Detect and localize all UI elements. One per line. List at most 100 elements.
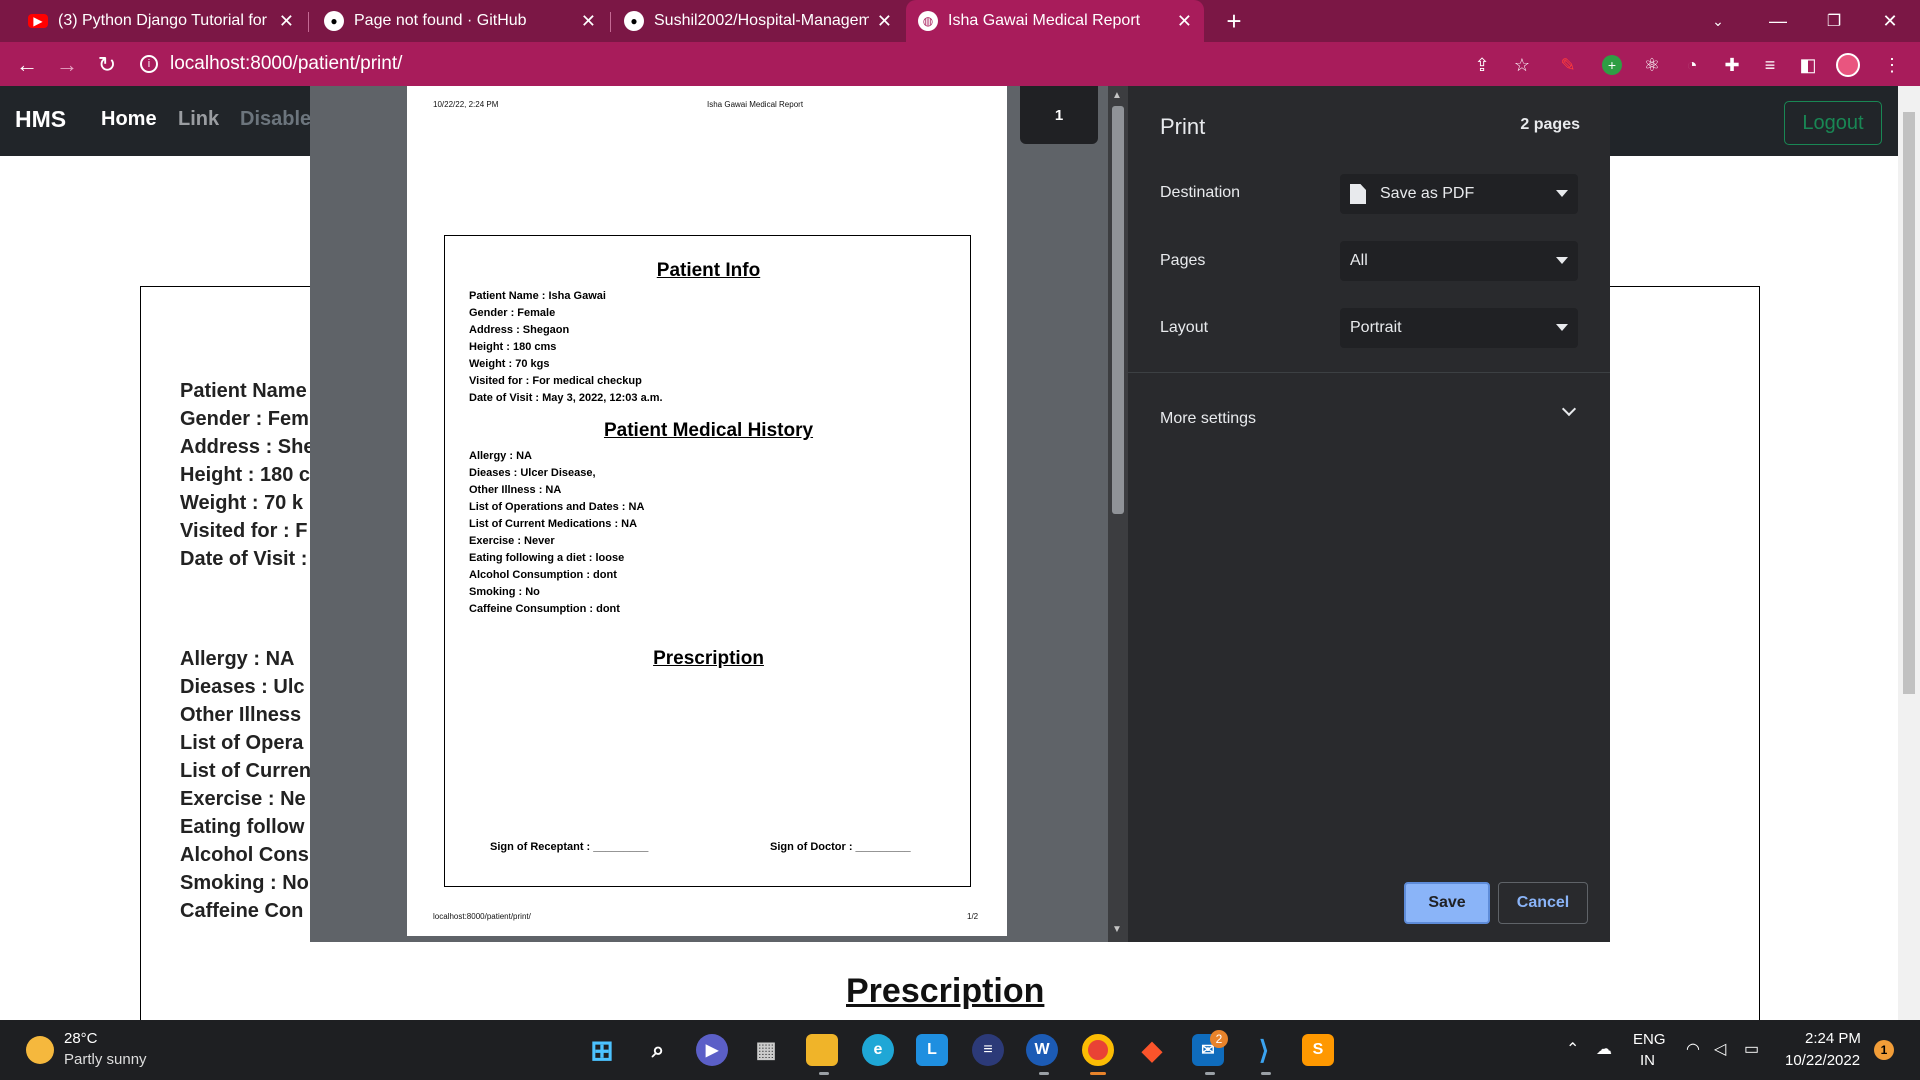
print-title: Print bbox=[1160, 114, 1206, 139]
report-line: Caffeine Consumption : dont bbox=[469, 603, 620, 615]
nav-home[interactable]: Home bbox=[101, 108, 157, 131]
file-explorer-icon[interactable] bbox=[806, 1034, 838, 1066]
reload-button[interactable]: ↻ bbox=[92, 50, 122, 80]
file-icon bbox=[1350, 184, 1366, 204]
preview-header-date: 10/22/22, 2:24 PM bbox=[433, 100, 499, 109]
preview-footer-page: 1/2 bbox=[967, 912, 979, 921]
report-line: Other Illness : NA bbox=[469, 484, 562, 496]
react-devtools-icon[interactable]: ⚛ bbox=[1640, 53, 1664, 77]
medical-history-heading: Patient Medical History bbox=[603, 420, 814, 441]
minimize-button[interactable]: — bbox=[1750, 0, 1806, 42]
back-button[interactable]: ← bbox=[12, 50, 42, 80]
scroll-up-icon[interactable]: ▲ bbox=[1112, 90, 1122, 101]
restore-button[interactable]: ❐ bbox=[1806, 0, 1862, 42]
tab-title: Isha Gawai Medical Report bbox=[948, 12, 1141, 29]
more-settings-toggle[interactable]: More settings bbox=[1160, 410, 1256, 428]
green-plus-extension-icon[interactable]: + bbox=[1600, 53, 1624, 77]
report-line: Address : Shegaon bbox=[469, 324, 570, 336]
preview-header-title: Isha Gawai Medical Report bbox=[707, 100, 804, 109]
bg-text-line: List of Curren bbox=[180, 760, 312, 782]
url-field[interactable]: i localhost:8000/patient/print/ bbox=[140, 48, 1440, 80]
nav-disabled: Disable bbox=[240, 108, 312, 130]
tab-search-icon[interactable]: ⌄ bbox=[1690, 0, 1746, 42]
chrome-menu-icon[interactable]: ⋮ bbox=[1880, 53, 1904, 77]
new-tab-button[interactable]: + bbox=[1206, 0, 1262, 42]
pen-extension-icon[interactable]: ✎ bbox=[1556, 53, 1580, 77]
scroll-down-icon[interactable]: ▼ bbox=[1112, 924, 1122, 935]
bg-text-line: Allergy : NA bbox=[180, 648, 295, 670]
print-preview-area: 10/22/22, 2:24 PM Isha Gawai Medical Rep… bbox=[310, 86, 1128, 942]
vscode-icon[interactable]: ⟩ bbox=[1248, 1034, 1280, 1066]
clock-date[interactable]: 10/22/2022 bbox=[1785, 1052, 1860, 1069]
media-control-icon[interactable]: ≡ bbox=[1758, 53, 1782, 77]
close-tab-icon[interactable]: ✕ bbox=[279, 11, 294, 32]
chevron-down-icon[interactable] bbox=[1561, 401, 1577, 417]
weather-temperature[interactable]: 28°C bbox=[64, 1030, 98, 1047]
report-line: Gender : Female bbox=[469, 307, 556, 319]
word-app-icon[interactable]: W bbox=[1026, 1034, 1058, 1066]
pages-value: All bbox=[1350, 252, 1368, 269]
weather-sun-icon[interactable] bbox=[26, 1036, 54, 1064]
keyboard-region[interactable]: IN bbox=[1640, 1052, 1655, 1069]
close-tab-icon[interactable]: ✕ bbox=[581, 11, 596, 32]
teams-chat-icon[interactable]: ▶ bbox=[696, 1034, 728, 1066]
onedrive-icon[interactable]: ☁ bbox=[1596, 1039, 1612, 1059]
tab-github-repo[interactable]: ● Sushil2002/Hospital-Managemen ✕ bbox=[612, 0, 904, 42]
tab-medical-report[interactable]: ◍ Isha Gawai Medical Report ✕ bbox=[906, 0, 1204, 42]
microsoft-store-icon[interactable]: ▦ bbox=[750, 1034, 782, 1066]
close-window-button[interactable]: ✕ bbox=[1862, 0, 1918, 42]
bg-text-line: Eating follow bbox=[180, 816, 305, 838]
windows-start-icon[interactable]: ⊞ bbox=[586, 1034, 618, 1066]
layout-label: Layout bbox=[1160, 319, 1209, 336]
save-button[interactable]: Save bbox=[1404, 882, 1490, 924]
preview-scrollbar[interactable]: ▲ ▼ bbox=[1108, 86, 1128, 942]
search-icon[interactable]: ⌕ bbox=[642, 1034, 674, 1066]
language-indicator[interactable]: ENG bbox=[1633, 1031, 1666, 1048]
nav-link[interactable]: Link bbox=[178, 108, 219, 131]
eclipse-icon[interactable]: ≡ bbox=[972, 1034, 1004, 1066]
extensions-puzzle-icon[interactable]: ✚ bbox=[1720, 53, 1744, 77]
scrollbar-thumb[interactable] bbox=[1112, 106, 1124, 514]
taskbar: 28°C Partly sunny ⊞ ⌕ ▶ ▦ e L ≡ W ◆ ✉ 2 … bbox=[0, 1020, 1920, 1080]
layout-select[interactable]: Portrait bbox=[1340, 308, 1578, 348]
scrollbar-thumb[interactable] bbox=[1903, 112, 1915, 694]
tab-youtube[interactable]: ▶ (3) Python Django Tutorial for Be ✕ bbox=[16, 0, 306, 42]
cancel-button[interactable]: Cancel bbox=[1498, 882, 1588, 924]
running-indicator bbox=[1261, 1072, 1271, 1075]
bg-text-line: Gender : Fem bbox=[180, 408, 309, 430]
volume-icon[interactable]: ◁ bbox=[1714, 1039, 1726, 1059]
side-panel-icon[interactable]: ◧ bbox=[1796, 53, 1820, 77]
brave-browser-icon[interactable]: ◆ bbox=[1136, 1034, 1168, 1066]
forward-button[interactable]: → bbox=[52, 50, 82, 80]
brand-logo[interactable]: HMS bbox=[15, 106, 66, 133]
edge-browser-icon[interactable]: e bbox=[862, 1034, 894, 1066]
report-line: Alcohol Consumption : dont bbox=[469, 569, 617, 581]
bg-text-line: Date of Visit : bbox=[180, 548, 308, 570]
clock-time[interactable]: 2:24 PM bbox=[1805, 1030, 1861, 1047]
pages-select[interactable]: All bbox=[1340, 241, 1578, 281]
tray-overflow-icon[interactable]: ⌃ bbox=[1566, 1039, 1579, 1059]
battery-icon[interactable]: ▭ bbox=[1744, 1039, 1759, 1059]
chrome-icon[interactable] bbox=[1082, 1034, 1114, 1066]
bookmark-star-icon[interactable]: ☆ bbox=[1510, 53, 1534, 77]
destination-select[interactable]: Save as PDF bbox=[1340, 174, 1578, 214]
share-icon[interactable]: ⇪ bbox=[1470, 53, 1494, 77]
report-line: Date of Visit : May 3, 2022, 12:03 a.m. bbox=[469, 392, 663, 404]
profile-avatar[interactable] bbox=[1836, 53, 1860, 77]
logout-button[interactable]: Logout bbox=[1784, 101, 1882, 145]
globe-icon: ◍ bbox=[918, 11, 938, 31]
site-info-icon[interactable]: i bbox=[140, 55, 158, 73]
wifi-icon[interactable]: ◠ bbox=[1686, 1039, 1700, 1059]
close-tab-icon[interactable]: ✕ bbox=[877, 11, 892, 32]
gauge-extension-icon[interactable]: ◔ bbox=[1680, 53, 1704, 77]
notification-badge[interactable]: 1 bbox=[1874, 1040, 1894, 1060]
close-tab-icon[interactable]: ✕ bbox=[1177, 11, 1192, 32]
sublime-text-icon[interactable]: S bbox=[1302, 1034, 1334, 1066]
page-scrollbar[interactable] bbox=[1898, 86, 1920, 1020]
active-indicator bbox=[1090, 1072, 1106, 1075]
l-app-icon[interactable]: L bbox=[916, 1034, 948, 1066]
tab-github-404[interactable]: ● Page not found · GitHub ✕ bbox=[312, 0, 608, 42]
weather-description[interactable]: Partly sunny bbox=[64, 1051, 147, 1068]
preview-page: 10/22/22, 2:24 PM Isha Gawai Medical Rep… bbox=[407, 86, 1007, 936]
bg-text-line: List of Opera bbox=[180, 732, 304, 754]
